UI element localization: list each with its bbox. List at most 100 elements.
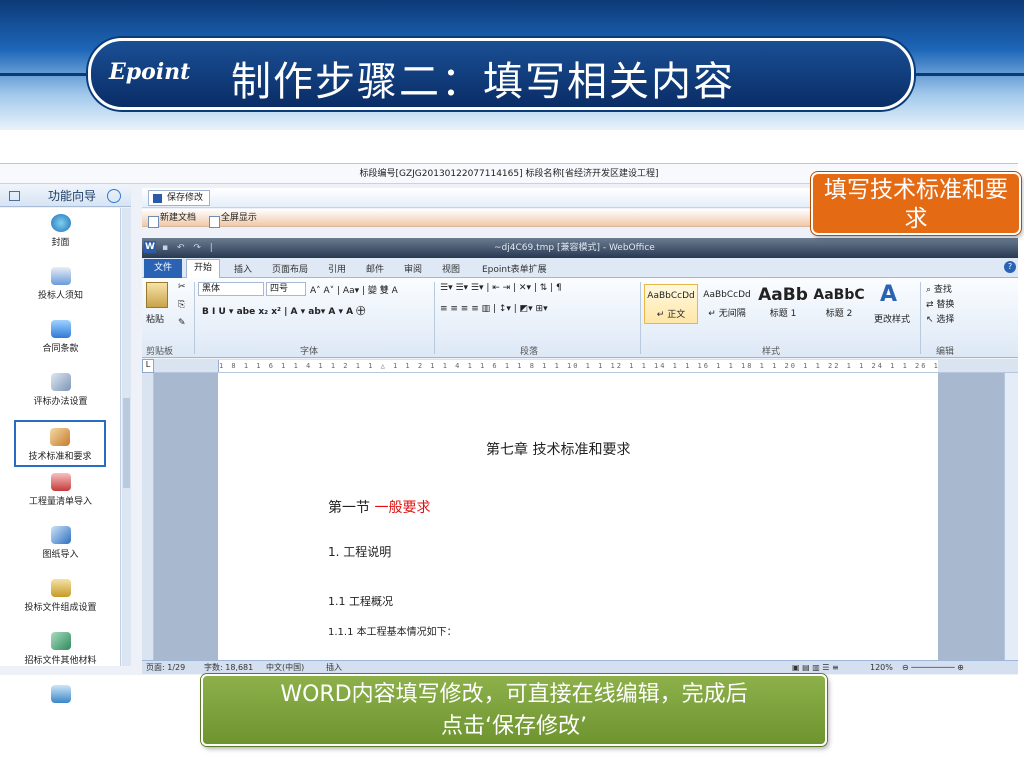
list-buttons[interactable]: ☰▾ ☰▾ ☰▾ | ⇤ ⇥ | ✕▾ | ⇅ | ¶ [440, 283, 562, 293]
section-prefix: 第一节 [328, 500, 375, 516]
book-icon [50, 473, 71, 491]
tab-mailings[interactable]: 邮件 [366, 262, 384, 275]
sidebar-item-doc-composition[interactable]: 投标文件组成设置 [0, 579, 121, 626]
group-label-paragraph: 段落 [520, 347, 539, 357]
refresh-icon[interactable] [107, 189, 121, 203]
sidebar-item-other-materials[interactable]: 招标文件其他材料 [0, 632, 121, 679]
status-bar: 页面: 1/29 字数: 18,681 中文(中国) 插入 ▣ ▤ ▥ ☰ ≡ … [142, 660, 1018, 674]
paste-icon[interactable] [146, 282, 168, 308]
view-buttons[interactable]: ▣ ▤ ▥ ☰ ≡ [792, 661, 839, 675]
replace-button[interactable]: ⇄ 替换 [926, 297, 954, 310]
language[interactable]: 中文(中国) [266, 661, 304, 675]
header-line-right [912, 73, 1024, 76]
heading-2[interactable]: 1.1 工程概况 [328, 593, 393, 609]
section-heading[interactable]: 第一节 一般要求 [328, 497, 430, 517]
sidebar-header: 功能向导 [0, 185, 131, 207]
paste-button[interactable]: 粘贴 [146, 312, 164, 325]
find-button[interactable]: ⌕ 查找 [926, 282, 952, 295]
style-preview: AaBbC [813, 287, 865, 303]
insert-mode[interactable]: 插入 [326, 661, 342, 675]
document-page[interactable]: 第七章 技术标准和要求 第一节 一般要求 1. 工程说明 1.1 工程概况 1.… [218, 373, 938, 660]
font-name-select[interactable]: 黑体 [198, 282, 264, 296]
binoculars-icon: ⌕ [926, 285, 934, 295]
callout-instructions: WORD内容填写修改，可直接在线编辑，完成后 点击‘保存修改’ [201, 674, 827, 746]
style-normal[interactable]: AaBbCcDd ↵ 正文 [644, 284, 698, 324]
font-grow-shrink-icon[interactable]: A˄ A˅ | Aa▾ | 變 雙 A [310, 283, 398, 296]
format-painter-icon[interactable]: ✎ [178, 318, 186, 328]
sidebar-item-evaluation[interactable]: 评标办法设置 [0, 373, 121, 420]
save-button[interactable]: 保存修改 [148, 190, 211, 206]
epoint-logo: Epoint [109, 59, 191, 85]
paragraph-text[interactable]: 1.1.1 本工程基本情况如下： [328, 623, 457, 638]
section-highlight: 一般要求 [374, 500, 431, 516]
sidebar-scrollbar[interactable] [122, 208, 131, 666]
app-window: 标段编号[GZJG20130122077114165] 标段名称[省经济开发区建… [0, 163, 1018, 703]
sidebar-scroll-thumb[interactable] [123, 398, 130, 488]
sidebar-item-label: 投标人须知 [37, 291, 83, 301]
ribbon-home: 粘贴 ✂ ⎘ ✎ 剪贴板 黑体 四号 A˄ A˅ | Aa▾ | 變 雙 A B… [142, 278, 1018, 358]
new-doc-button[interactable]: 新建文档 [148, 213, 196, 223]
tab-stop-selector[interactable]: L [142, 359, 154, 373]
font-format-buttons[interactable]: B I U ▾ abe x₂ x² | A ▾ ab▾ A ▾ A ㊉ [202, 304, 365, 317]
cut-icon[interactable]: ✂ [178, 282, 186, 292]
page-count[interactable]: 页面: 1/29 [146, 661, 185, 675]
group-divider [920, 282, 921, 354]
tab-epoint-form[interactable]: Epoint表单扩展 [482, 262, 547, 275]
style-preview: AaBb [758, 285, 808, 305]
change-styles-button[interactable]: 更改样式 [874, 312, 910, 325]
sidebar-item-label: 技术标准和要求 [28, 452, 92, 462]
fullscreen-button[interactable]: 全屏显示 [209, 213, 257, 223]
slide-title: 制作步骤二：填写相关内容 [231, 59, 735, 105]
style-heading-1[interactable]: AaBb 标题 1 [756, 284, 810, 324]
tab-insert[interactable]: 插入 [234, 262, 252, 275]
document-scrollbar[interactable] [1004, 373, 1018, 660]
copy-icon[interactable]: ⎘ [178, 300, 185, 310]
heading-1[interactable]: 1. 工程说明 [328, 543, 391, 560]
style-name: ↵ 无间隔 [708, 309, 746, 319]
tab-references[interactable]: 引用 [328, 262, 346, 275]
style-no-spacing[interactable]: AaBbCcDd ↵ 无间隔 [700, 284, 754, 324]
tab-view[interactable]: 视图 [442, 262, 460, 275]
tab-page-layout[interactable]: 页面布局 [272, 262, 308, 275]
callout-tech-standards: 填写技术标准和要求 [811, 172, 1021, 235]
cursor-icon: ↖ [926, 315, 937, 325]
align-buttons[interactable]: ≡ ≡ ≡ ≡ ▥ | ↕▾ | ◩▾ ⊞▾ [440, 304, 548, 314]
word-count[interactable]: 字数: 18,681 [204, 661, 253, 675]
zoom-level[interactable]: 120% [870, 661, 893, 675]
change-styles-icon[interactable]: A [880, 282, 897, 307]
sidebar-item-tech-standards[interactable]: 技术标准和要求 [14, 420, 106, 467]
sidebar-item-contract[interactable]: 合同条款 [0, 320, 121, 367]
sidebar-item-cover[interactable]: 封面 [0, 214, 121, 261]
sidebar-item-label: 招标文件其他材料 [24, 656, 97, 666]
help-icon[interactable]: ? [1004, 261, 1016, 273]
office-title: ~dj4C69.tmp [兼容模式] - WebOffice [494, 243, 655, 253]
tab-file[interactable]: 文件 [144, 259, 182, 278]
font-size-select[interactable]: 四号 [266, 282, 306, 296]
sidebar-item-bidder-notice[interactable]: 投标人须知 [0, 267, 121, 314]
chapter-heading[interactable]: 第七章 技术标准和要求 [486, 439, 630, 459]
style-heading-2[interactable]: AaBbC 标题 2 [812, 284, 866, 324]
sidebar-item-drawing-import[interactable]: 图纸导入 [0, 526, 121, 573]
user-doc-icon [50, 267, 71, 285]
tab-home[interactable]: 开始 [186, 259, 220, 279]
tab-review[interactable]: 审阅 [404, 262, 422, 275]
style-preview: AaBbCcDd [703, 290, 751, 300]
bag-icon [50, 579, 71, 597]
style-name: 标题 2 [825, 309, 853, 319]
find-label: 查找 [933, 285, 952, 295]
group-divider [434, 282, 435, 354]
select-button[interactable]: ↖ 选择 [926, 312, 954, 325]
group-divider [640, 282, 641, 354]
quick-access-toolbar[interactable]: ▪ ↶ ↷ | [162, 238, 216, 258]
callout-line-1: WORD内容填写修改，可直接在线编辑，完成后 [280, 682, 748, 707]
zoom-slider[interactable]: ⊖ ───────── ⊕ [902, 661, 964, 675]
globe-icon [50, 214, 71, 232]
horizontal-ruler[interactable]: 1 8 1 1 6 1 1 4 1 1 2 1 1 △ 1 1 2 1 1 4 … [218, 360, 938, 372]
sidebar-item-label: 投标文件组成设置 [24, 603, 97, 613]
tools-icon [50, 428, 70, 446]
sidebar-item-more[interactable] [0, 685, 121, 715]
ribbon-tabs: 文件 开始 插入 页面布局 引用 邮件 审阅 视图 Epoint表单扩展 ? [142, 258, 1018, 279]
sidebar-title: 功能向导 [48, 189, 97, 203]
sidebar-item-bill-import[interactable]: 工程量清单导入 [0, 473, 121, 520]
word-icon: W [144, 241, 156, 253]
